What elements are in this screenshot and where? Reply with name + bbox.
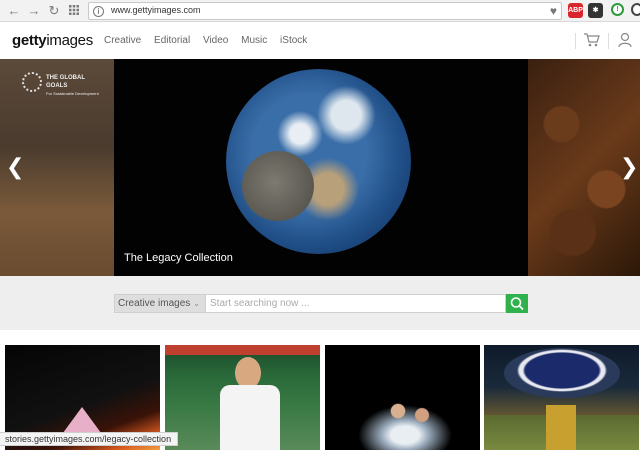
search-button[interactable]: [506, 294, 528, 313]
apps-grid-icon[interactable]: [66, 3, 82, 19]
hero-caption[interactable]: The Legacy Collection: [124, 252, 233, 264]
search-type-select[interactable]: Creative images ⌄: [114, 294, 206, 313]
adblock-plus-icon[interactable]: ABP: [568, 3, 583, 18]
address-bar[interactable]: i www.gettyimages.com ♥: [88, 2, 562, 20]
bookmark-heart-icon[interactable]: ♥: [550, 4, 557, 18]
nav-creative[interactable]: Creative: [104, 35, 141, 46]
global-goals-badge: THE GLOBAL GOALS For Sustainable Develop…: [22, 72, 102, 96]
nav-editorial[interactable]: Editorial: [154, 35, 190, 46]
reload-icon[interactable]: ↻: [46, 3, 62, 19]
assembly-hall-thumbnail[interactable]: [484, 345, 639, 450]
cart-icon[interactable]: [584, 33, 600, 47]
global-goals-logo-icon: [22, 72, 42, 92]
profile-extension-icon[interactable]: [631, 3, 640, 16]
user-account-icon[interactable]: [618, 32, 632, 48]
carousel-next-arrow-icon[interactable]: ❯: [620, 155, 638, 180]
browser-status-bar: stories.gettyimages.com/legacy-collectio…: [0, 432, 179, 446]
hero-main-slide[interactable]: The Legacy Collection: [114, 59, 528, 276]
global-goals-title: THE GLOBAL GOALS: [46, 75, 85, 89]
search-input[interactable]: Start searching now ...: [206, 294, 506, 313]
green-extension-icon[interactable]: !: [611, 3, 624, 16]
site-info-icon[interactable]: i: [93, 6, 104, 17]
header-divider: [608, 33, 609, 49]
search-icon: [510, 297, 524, 311]
global-goals-subtitle: For Sustainable Development: [46, 91, 99, 96]
site-header: gettyimages Creative Editorial Video Mus…: [0, 23, 640, 59]
header-divider: [575, 33, 576, 49]
water-splash-dancers-thumbnail[interactable]: [325, 345, 480, 450]
hero-carousel[interactable]: THE GLOBAL GOALS For Sustainable Develop…: [0, 59, 640, 276]
forward-icon[interactable]: →: [26, 3, 42, 19]
search-band: Creative images ⌄ Start searching now ..…: [0, 276, 640, 330]
url-text[interactable]: www.gettyimages.com: [111, 5, 201, 15]
carousel-prev-arrow-icon[interactable]: ❮: [6, 155, 24, 180]
chevron-down-icon[interactable]: ⌄: [193, 295, 200, 312]
top-navigation: Creative Editorial Video Music iStock: [104, 35, 317, 46]
browser-toolbar: ← → ↻ i www.gettyimages.com ♥ ABP ✱ !: [0, 0, 640, 22]
nav-video[interactable]: Video: [203, 35, 228, 46]
gettyimages-logo[interactable]: gettyimages: [12, 32, 93, 49]
nav-music[interactable]: Music: [241, 35, 267, 46]
baseball-player-thumbnail[interactable]: [165, 345, 320, 450]
puzzle-extension-icon[interactable]: ✱: [588, 3, 603, 18]
nav-istock[interactable]: iStock: [280, 35, 307, 46]
back-icon[interactable]: ←: [6, 3, 22, 19]
moon-image: [242, 151, 314, 221]
